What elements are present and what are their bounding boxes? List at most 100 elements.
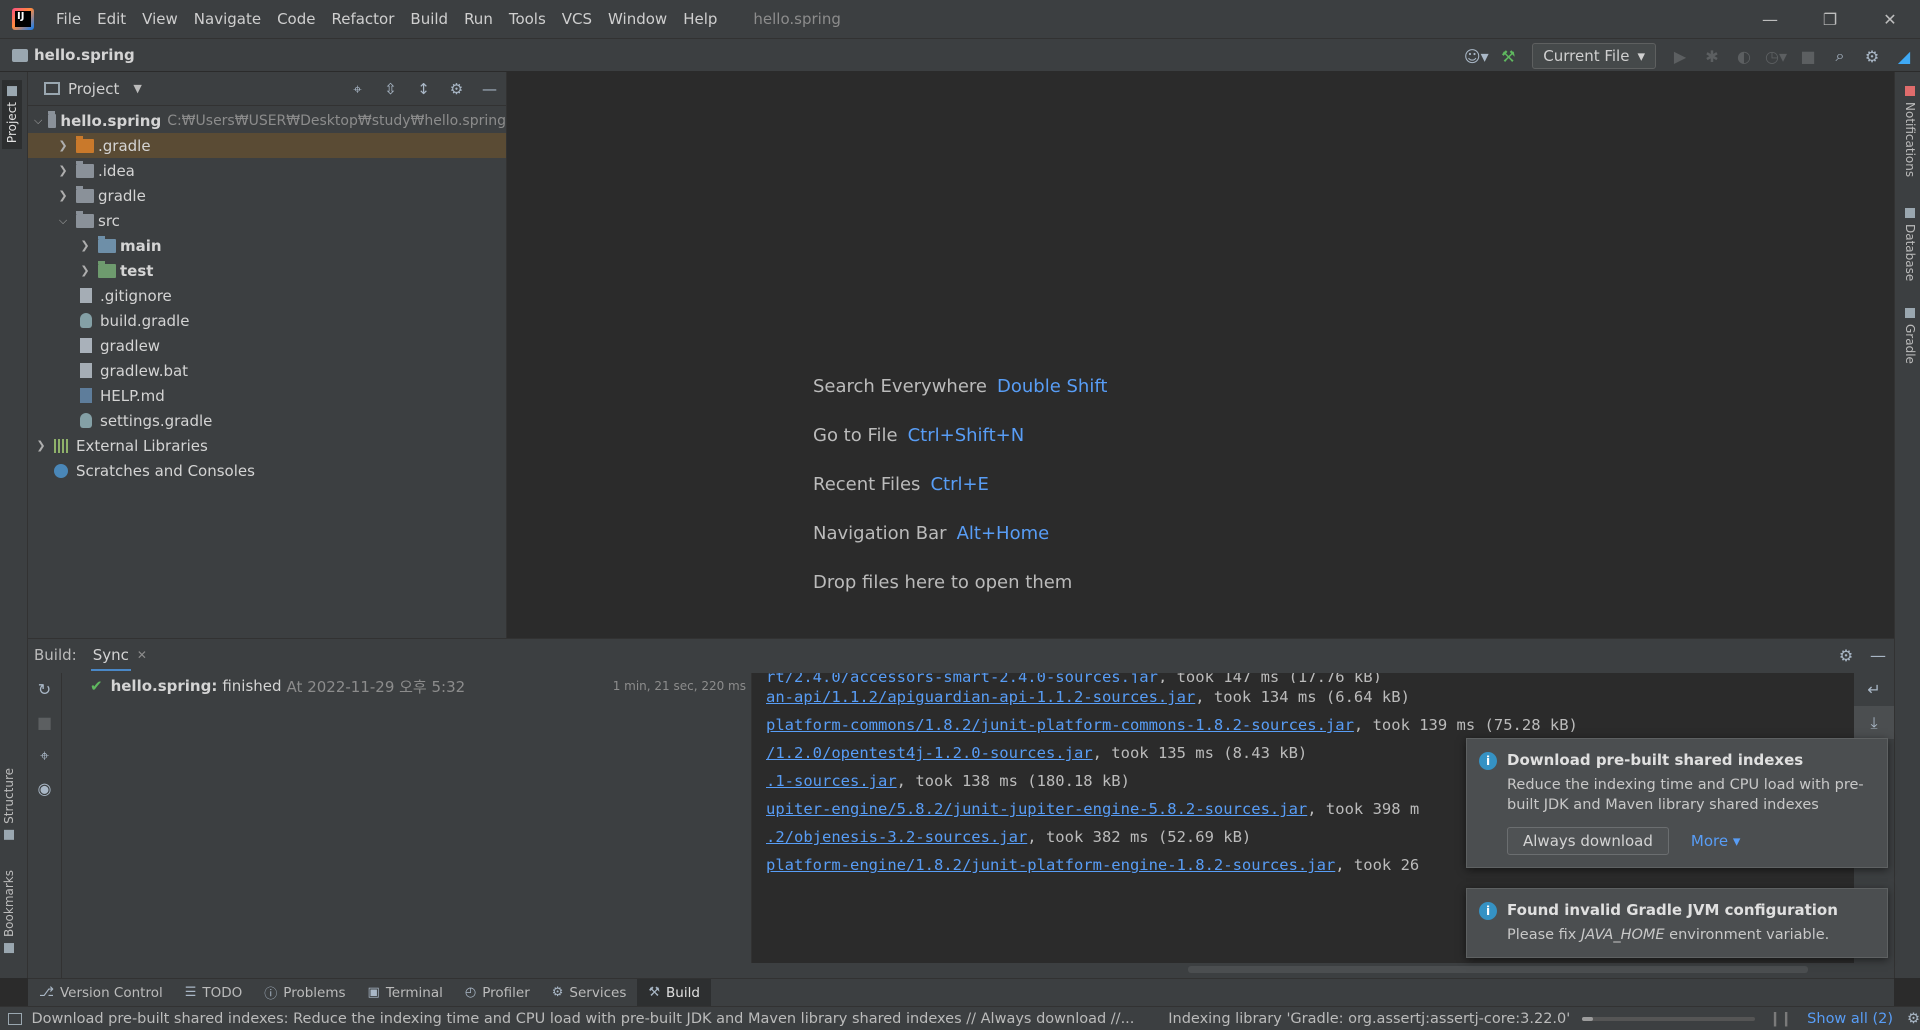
breadcrumb-project[interactable]: hello.spring (34, 46, 135, 64)
tree-item-main[interactable]: ❯ main (28, 233, 506, 258)
console-link[interactable]: /1.2.0/opentest4j-1.2.0-sources.jar (766, 744, 1093, 762)
chevron-right-icon[interactable]: ❯ (34, 439, 48, 452)
tree-item-gitignore[interactable]: .gitignore (28, 283, 506, 308)
menu-view[interactable]: View (134, 0, 186, 38)
pause-icon[interactable]: ❙❙ (1769, 1011, 1792, 1027)
chevron-right-icon[interactable]: ❯ (56, 139, 70, 152)
menu-run[interactable]: Run (456, 0, 501, 38)
project-panel-title[interactable]: Project (68, 80, 119, 98)
tree-item-dot-gradle[interactable]: ❯ .gradle (28, 133, 506, 158)
restore-icon[interactable]: ❐ (1800, 0, 1860, 38)
collapse-all-icon[interactable]: ↕ (407, 72, 440, 106)
menu-build[interactable]: Build (402, 0, 456, 38)
status-message[interactable]: Download pre-built shared indexes: Reduc… (32, 1011, 1135, 1027)
chevron-right-icon[interactable]: ❯ (78, 239, 92, 252)
stop-icon[interactable]: ■ (28, 706, 61, 739)
menu-navigate[interactable]: Navigate (186, 0, 269, 38)
panel-options-gear-icon[interactable]: ⚙ (440, 72, 473, 106)
code-with-me-icon[interactable]: ◢ (1888, 39, 1920, 73)
profile-icon[interactable]: ◷▾ (1760, 39, 1792, 73)
chevron-right-icon[interactable]: ❯ (78, 264, 92, 277)
close-tab-icon[interactable]: ✕ (137, 648, 147, 662)
tree-item-root[interactable]: ⌵ hello.spring C:₩Users₩USER₩Desktop₩stu… (28, 108, 506, 133)
gradle-tool-tab[interactable]: Gradle (1903, 308, 1917, 364)
pin-icon[interactable]: ⌖ (28, 739, 61, 772)
select-opened-file-icon[interactable]: ⌖ (341, 72, 374, 106)
tree-item-external-libraries[interactable]: ❯ External Libraries (28, 433, 506, 458)
menu-file[interactable]: File (48, 0, 89, 38)
account-icon[interactable]: ☺▾ (1460, 39, 1492, 73)
console-link[interactable]: .1-sources.jar (766, 772, 897, 790)
chevron-right-icon[interactable]: ❯ (56, 189, 70, 202)
tab-build[interactable]: ⚒ Build (637, 978, 711, 1007)
tree-item-gradle[interactable]: ❯ gradle (28, 183, 506, 208)
more-actions-link[interactable]: More ▾ (1691, 832, 1740, 850)
scroll-to-end-icon[interactable]: ⤓ (1854, 706, 1894, 739)
editor-empty-area[interactable]: Search Everywhere Double Shift Go to File… (507, 72, 1894, 638)
tree-item-scratches[interactable]: ❯ Scratches and Consoles (28, 458, 506, 483)
build-result-row[interactable]: ✔ hello.spring: finished At 2022-11-29 오… (64, 673, 750, 699)
console-link[interactable]: platform-commons/1.8.2/junit-platform-co… (766, 716, 1354, 734)
build-options-gear-icon[interactable]: ⚙ (1830, 639, 1862, 671)
stop-icon[interactable]: ■ (1792, 39, 1824, 73)
tab-todo[interactable]: ☰ TODO (174, 979, 254, 1007)
chevron-down-icon[interactable]: ▼ (133, 82, 141, 95)
minimize-icon[interactable]: — (1740, 0, 1800, 38)
tab-problems[interactable]: ⓘ Problems (253, 979, 356, 1007)
close-icon[interactable]: ✕ (1860, 0, 1920, 38)
run-icon[interactable]: ▶ (1664, 39, 1696, 73)
chevron-down-icon[interactable]: ⌵ (56, 214, 70, 228)
show-all-processes-link[interactable]: Show all (2) (1807, 1011, 1893, 1027)
project-tool-tab[interactable]: Project (2, 80, 22, 150)
menu-window[interactable]: Window (600, 0, 675, 38)
database-tool-tab[interactable]: Database (1903, 208, 1917, 281)
hide-panel-icon[interactable]: — (1862, 639, 1894, 671)
menu-help[interactable]: Help (675, 0, 725, 38)
console-link[interactable]: rt/2.4.0/accessors-smart-2.4.0-sources.j… (766, 673, 1158, 683)
menu-edit[interactable]: Edit (89, 0, 134, 38)
notifications-tool-tab[interactable]: Notifications (1903, 86, 1917, 177)
menu-refactor[interactable]: Refactor (323, 0, 402, 38)
notification-gradle-jvm[interactable]: i Found invalid Gradle JVM configuration… (1466, 888, 1888, 958)
tree-item-gradlew-bat[interactable]: gradlew.bat (28, 358, 506, 383)
settings-gear-icon[interactable]: ⚙ (1856, 39, 1888, 73)
tab-profiler[interactable]: ◴ Profiler (454, 979, 541, 1007)
tab-sync[interactable]: Sync (90, 640, 131, 671)
menu-code[interactable]: Code (269, 0, 323, 38)
settings-gear-icon[interactable]: ⚙ (1907, 1011, 1920, 1027)
tree-item-gradlew[interactable]: gradlew (28, 333, 506, 358)
chevron-down-icon[interactable]: ⌵ (34, 114, 42, 128)
tab-terminal[interactable]: ▣ Terminal (357, 979, 454, 1007)
tree-item-src[interactable]: ⌵ src (28, 208, 506, 233)
toggle-tool-windows-icon[interactable] (8, 1012, 22, 1025)
always-download-button[interactable]: Always download (1507, 827, 1669, 855)
console-horizontal-scrollbar[interactable] (1188, 966, 1808, 973)
menu-vcs[interactable]: VCS (554, 0, 600, 38)
bookmarks-tool-tab[interactable]: Bookmarks (2, 870, 16, 954)
hide-panel-icon[interactable]: — (473, 72, 506, 106)
tree-item-help-md[interactable]: HELP.md (28, 383, 506, 408)
chevron-right-icon[interactable]: ❯ (56, 164, 70, 177)
menu-tools[interactable]: Tools (501, 0, 554, 38)
coverage-icon[interactable]: ◐ (1728, 39, 1760, 73)
run-configuration-select[interactable]: Current File ▾ (1532, 43, 1656, 69)
tree-item-settings-gradle[interactable]: settings.gradle (28, 408, 506, 433)
reload-icon[interactable]: ↻ (28, 673, 61, 706)
tree-item-dot-idea[interactable]: ❯ .idea (28, 158, 506, 183)
build-hammer-icon[interactable]: ⚒ (1492, 39, 1524, 73)
tab-version-control[interactable]: ⎇ Version Control (28, 979, 174, 1007)
eye-icon[interactable]: ◉ (28, 772, 61, 805)
search-icon[interactable]: ⌕ (1824, 39, 1856, 73)
expand-all-icon[interactable]: ⇳ (374, 72, 407, 106)
debug-icon[interactable]: ✱ (1696, 39, 1728, 73)
console-link[interactable]: upiter-engine/5.8.2/junit-jupiter-engine… (766, 800, 1307, 818)
tree-item-build-gradle[interactable]: build.gradle (28, 308, 506, 333)
tab-services[interactable]: ⚙ Services (541, 979, 638, 1007)
soft-wrap-icon[interactable]: ↵ (1854, 673, 1894, 706)
structure-tool-tab[interactable]: Structure (2, 768, 16, 840)
console-link[interactable]: platform-engine/1.8.2/junit-platform-eng… (766, 856, 1335, 874)
console-link[interactable]: .2/objenesis-3.2-sources.jar (766, 828, 1027, 846)
console-link[interactable]: an-api/1.1.2/apiguardian-api-1.1.2-sourc… (766, 688, 1195, 706)
tree-item-test[interactable]: ❯ test (28, 258, 506, 283)
notification-shared-indexes[interactable]: i Download pre-built shared indexes Redu… (1466, 738, 1888, 868)
